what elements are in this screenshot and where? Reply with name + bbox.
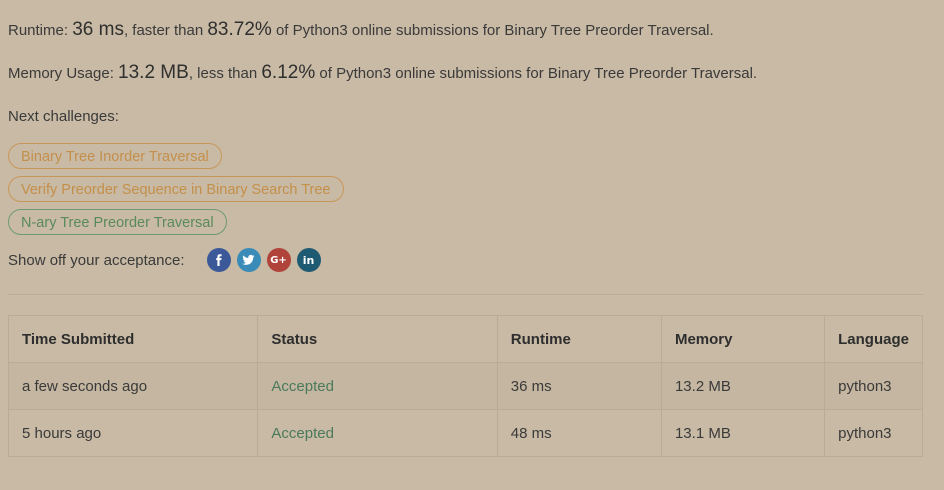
time-submitted-cell: 5 hours ago	[7, 409, 259, 457]
share-label: Show off your acceptance:	[8, 251, 185, 269]
status-link[interactable]: Accepted	[257, 362, 498, 410]
memory-stat: Memory Usage: 13.2 MB, less than 6.12% o…	[8, 62, 757, 84]
twitter-icon[interactable]	[236, 248, 261, 272]
runtime-suffix: of Python3 online submissions for Binary…	[271, 22, 714, 39]
next-challenge-link[interactable]: N-ary Tree Preorder Traversal	[8, 209, 227, 235]
runtime-cell: 36 ms	[496, 362, 662, 410]
memory-mid: , less than	[188, 65, 262, 82]
header-status: Status	[257, 315, 498, 363]
time-submitted-cell: a few seconds ago	[7, 362, 259, 410]
memory-cell: 13.2 MB	[660, 362, 826, 410]
linkedin-icon[interactable]: in	[296, 248, 321, 272]
memory-suffix: of Python3 online submissions for Binary…	[315, 65, 758, 82]
table-header-row: Time Submitted Status Runtime Memory Lan…	[7, 315, 923, 363]
runtime-cell: 48 ms	[496, 409, 662, 457]
status-link[interactable]: Accepted	[257, 409, 498, 457]
language-cell: python3	[824, 362, 923, 410]
google-plus-icon[interactable]: G+	[266, 248, 291, 272]
table-row: a few seconds ago Accepted 36 ms 13.2 MB…	[7, 362, 923, 410]
memory-cell: 13.1 MB	[660, 409, 826, 457]
memory-percent: 6.12%	[261, 62, 316, 83]
header-time-submitted: Time Submitted	[7, 315, 259, 363]
table-row: 5 hours ago Accepted 48 ms 13.1 MB pytho…	[7, 409, 923, 457]
divider	[8, 294, 924, 295]
memory-label: Memory Usage:	[8, 65, 119, 82]
runtime-percent: 83.72%	[207, 19, 272, 40]
memory-value: 13.2 MB	[118, 62, 189, 83]
header-runtime: Runtime	[496, 315, 662, 363]
runtime-value: 36 ms	[72, 19, 124, 40]
facebook-icon[interactable]	[206, 248, 231, 272]
next-challenges-label: Next challenges:	[8, 108, 119, 125]
next-challenge-link[interactable]: Verify Preorder Sequence in Binary Searc…	[8, 176, 344, 202]
language-cell: python3	[824, 409, 923, 457]
submissions-table: Time Submitted Status Runtime Memory Lan…	[7, 315, 923, 457]
runtime-mid: , faster than	[123, 22, 208, 39]
runtime-label: Runtime:	[8, 22, 73, 39]
header-memory: Memory	[660, 315, 826, 363]
header-language: Language	[824, 315, 923, 363]
runtime-stat: Runtime: 36 ms, faster than 83.72% of Py…	[8, 19, 714, 41]
share-row: Show off your acceptance: G+ in	[8, 248, 327, 272]
next-challenge-link[interactable]: Binary Tree Inorder Traversal	[8, 143, 222, 169]
